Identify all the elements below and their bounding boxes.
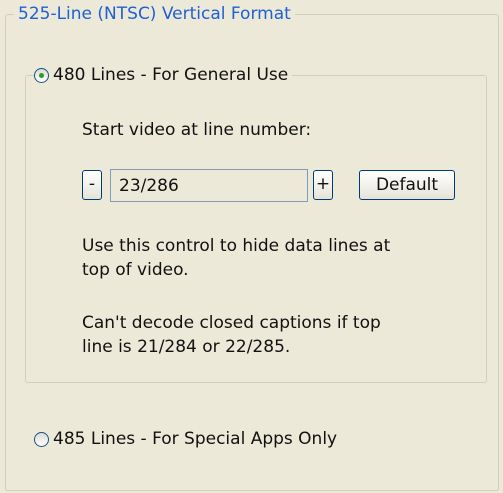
radio-480-label: 480 Lines - For General Use (53, 65, 289, 85)
default-button[interactable]: Default (359, 170, 455, 200)
radio-480-lines[interactable]: 480 Lines - For General Use (34, 65, 293, 85)
captions-hint: Can't decode closed captions if top line… (82, 313, 381, 357)
decrement-button[interactable]: - (82, 170, 102, 200)
group-title: 525-Line (NTSC) Vertical Format (14, 4, 295, 24)
settings-panel: 525-Line (NTSC) Vertical Format 480 Line… (0, 0, 503, 493)
radio-checked-icon[interactable] (34, 67, 49, 83)
radio-unchecked-icon[interactable] (34, 431, 49, 447)
start-line-label: Start video at line number: (82, 120, 312, 140)
radio-485-label: 485 Lines - For Special Apps Only (53, 429, 338, 449)
increment-button[interactable]: + (313, 170, 333, 200)
start-line-input[interactable] (110, 169, 308, 202)
radio-485-lines[interactable]: 485 Lines - For Special Apps Only (34, 429, 342, 449)
hide-lines-hint: Use this control to hide data lines at t… (82, 236, 391, 280)
